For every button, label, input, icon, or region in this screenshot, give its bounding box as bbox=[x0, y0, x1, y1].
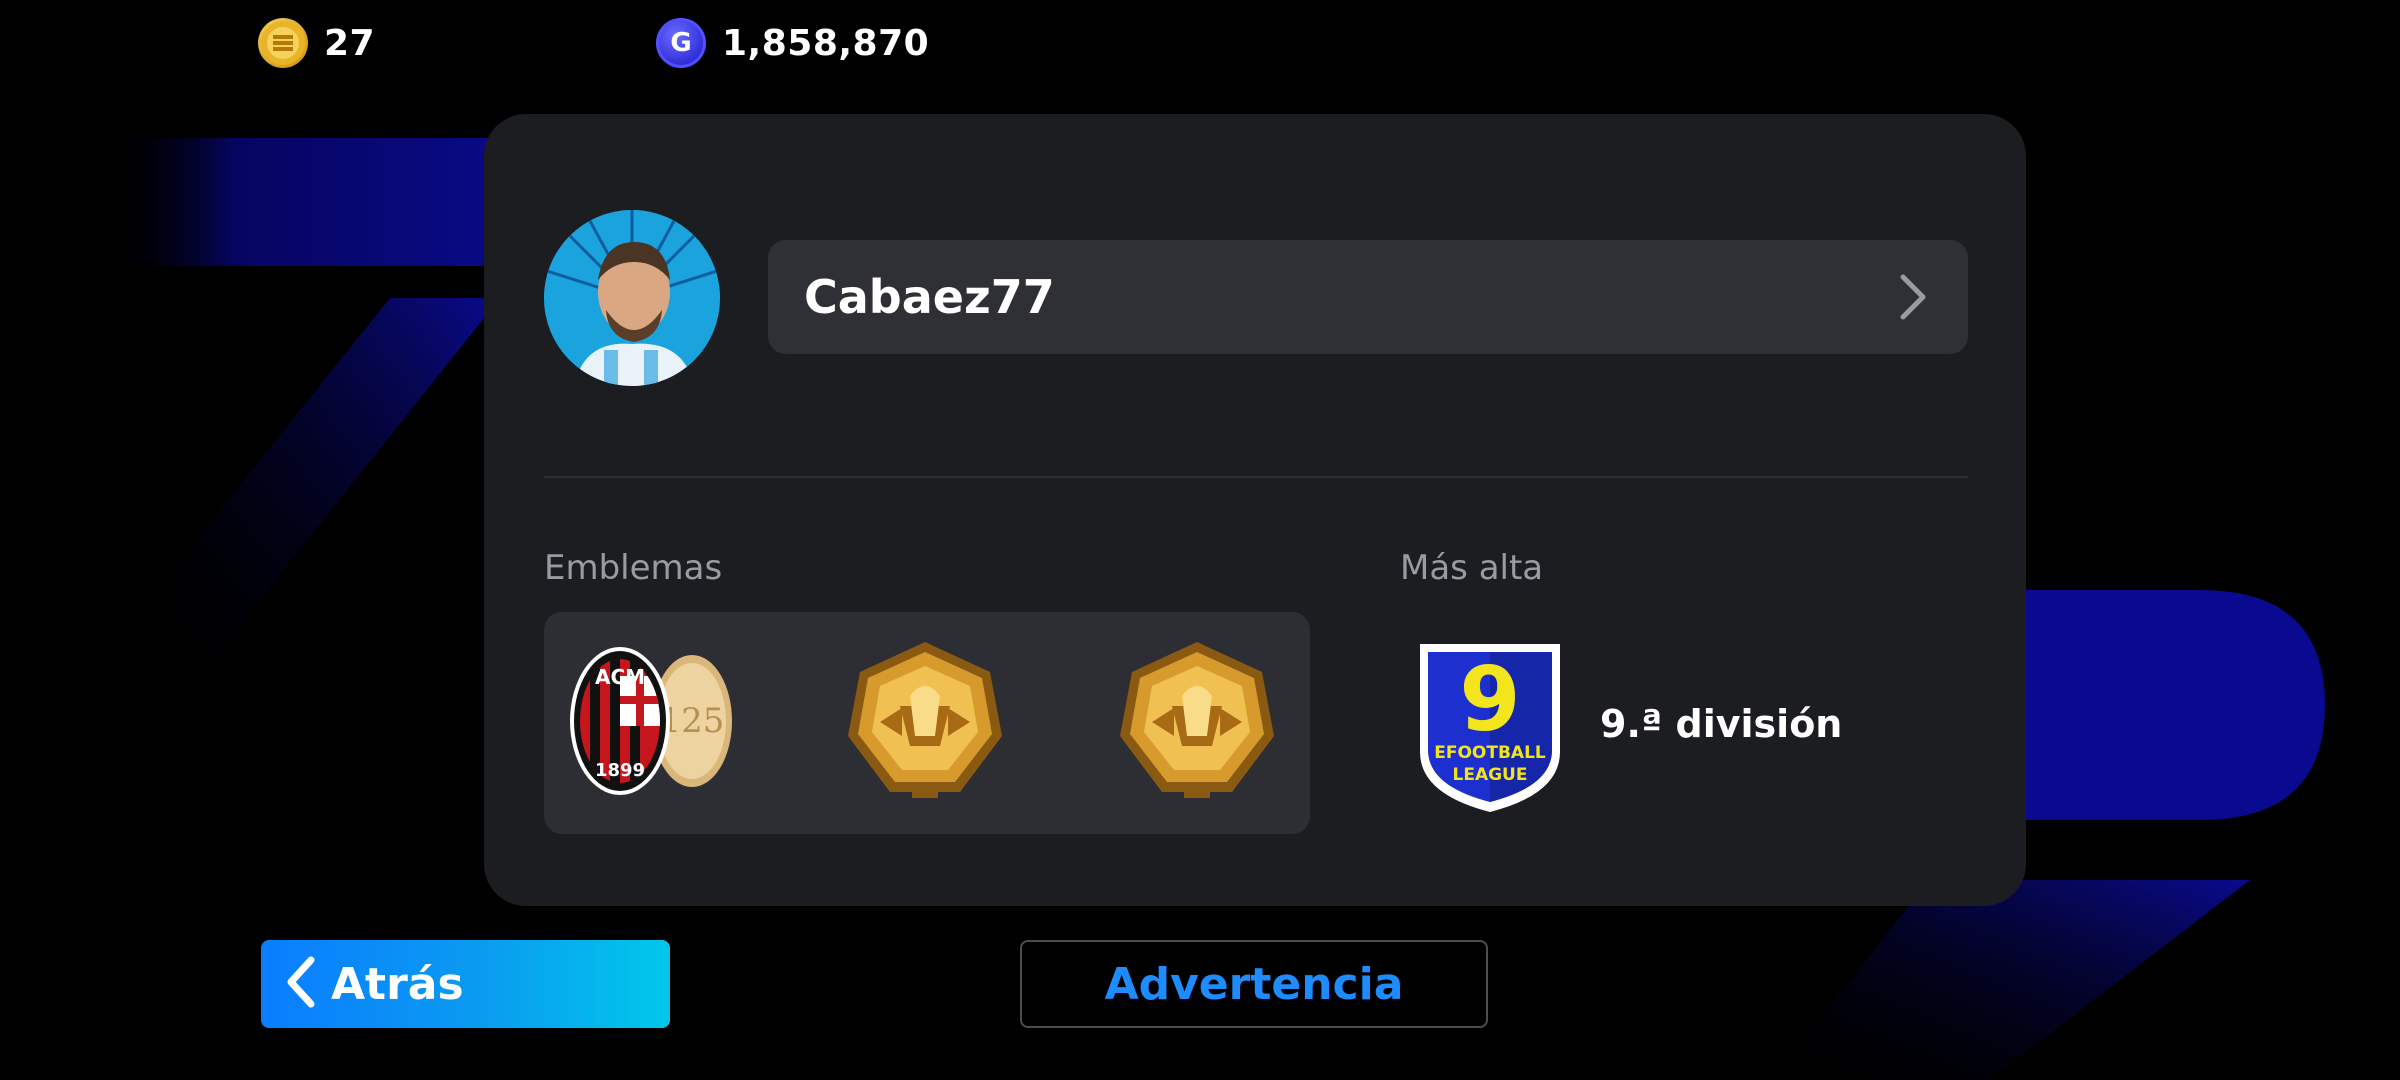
player-name-button[interactable]: Cabaez77 bbox=[768, 240, 1968, 354]
svg-text:9: 9 bbox=[1459, 648, 1520, 751]
divider bbox=[544, 476, 1968, 478]
svg-text:LEAGUE: LEAGUE bbox=[1453, 765, 1528, 785]
back-button[interactable]: Atrás bbox=[261, 940, 670, 1028]
efootball-league-badge-icon: 9 EFOOTBALL LEAGUE bbox=[1414, 634, 1566, 814]
coins-value: 27 bbox=[324, 22, 376, 64]
svg-text:ACM: ACM bbox=[595, 665, 645, 689]
svg-text:EFOOTBALL: EFOOTBALL bbox=[1434, 743, 1546, 763]
gold-trophy-emblem-icon bbox=[1112, 636, 1282, 806]
chevron-left-icon bbox=[283, 956, 319, 1012]
profile-card: Cabaez77 Emblemas Más alta 125 ACM 1899 … bbox=[484, 114, 2026, 906]
back-button-label: Atrás bbox=[331, 958, 464, 1010]
gp-value: 1,858,870 bbox=[722, 22, 930, 64]
gp-icon: G bbox=[656, 18, 706, 68]
gold-trophy-emblem-icon bbox=[840, 636, 1010, 806]
gp-display: G 1,858,870 bbox=[656, 18, 929, 68]
division-label: 9.ª división bbox=[1600, 702, 1843, 746]
warning-button-label: Advertencia bbox=[1104, 958, 1404, 1010]
highest-label: Más alta bbox=[1400, 548, 1544, 588]
svg-text:1899: 1899 bbox=[595, 760, 645, 781]
ac-milan-125-emblem-icon: 125 ACM 1899 bbox=[568, 636, 744, 806]
player-name: Cabaez77 bbox=[804, 270, 1055, 324]
emblems-label: Emblemas bbox=[544, 548, 723, 588]
warning-button[interactable]: Advertencia bbox=[1020, 940, 1488, 1028]
efootball-coin-icon bbox=[258, 18, 308, 68]
coins-display: 27 bbox=[258, 18, 375, 68]
chevron-right-icon bbox=[1892, 272, 1932, 322]
player-avatar[interactable] bbox=[544, 210, 720, 386]
emblems-panel[interactable]: 125 ACM 1899 bbox=[544, 612, 1310, 834]
